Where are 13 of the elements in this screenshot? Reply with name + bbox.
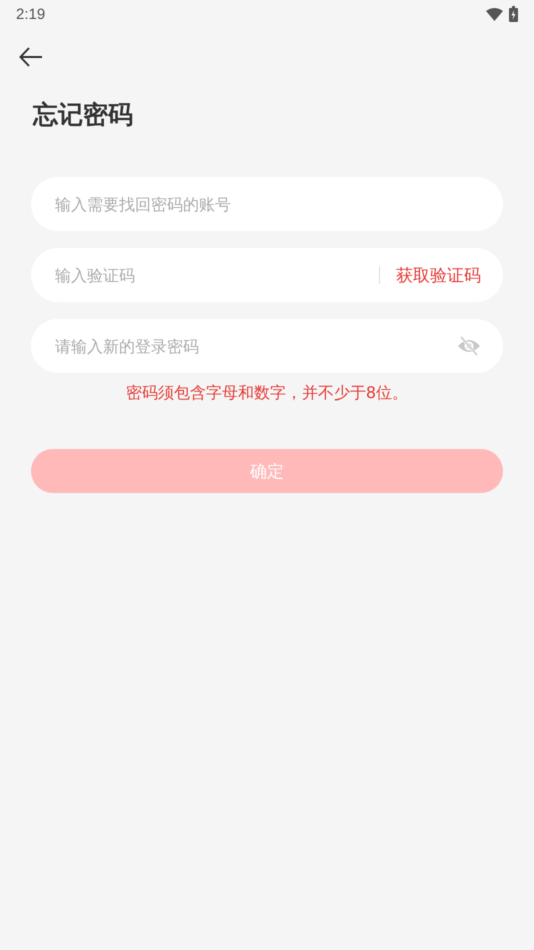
battery-icon: [509, 6, 518, 22]
page-title: 忘记密码: [33, 99, 134, 131]
text-input[interactable]: 输入需要找回密码的账号: [53, 194, 481, 214]
get-code-button[interactable]: 获取验证码: [396, 264, 481, 286]
text-input[interactable]: 请输入新的登录密码: [53, 336, 457, 356]
wifi-icon: [486, 8, 503, 20]
password-hint: 密码须包含字母和数字，并不少于8位。: [124, 383, 410, 404]
back-arrow-icon[interactable]: [19, 47, 43, 67]
input-field[interactable]: 输入验证码 获取验证码: [31, 248, 503, 302]
input-field[interactable]: 输入需要找回密码的账号: [31, 177, 503, 231]
input-field[interactable]: 请输入新的登录密码: [31, 319, 503, 373]
text-input[interactable]: 输入验证码: [53, 264, 379, 286]
status-time: 2:19: [16, 6, 46, 22]
